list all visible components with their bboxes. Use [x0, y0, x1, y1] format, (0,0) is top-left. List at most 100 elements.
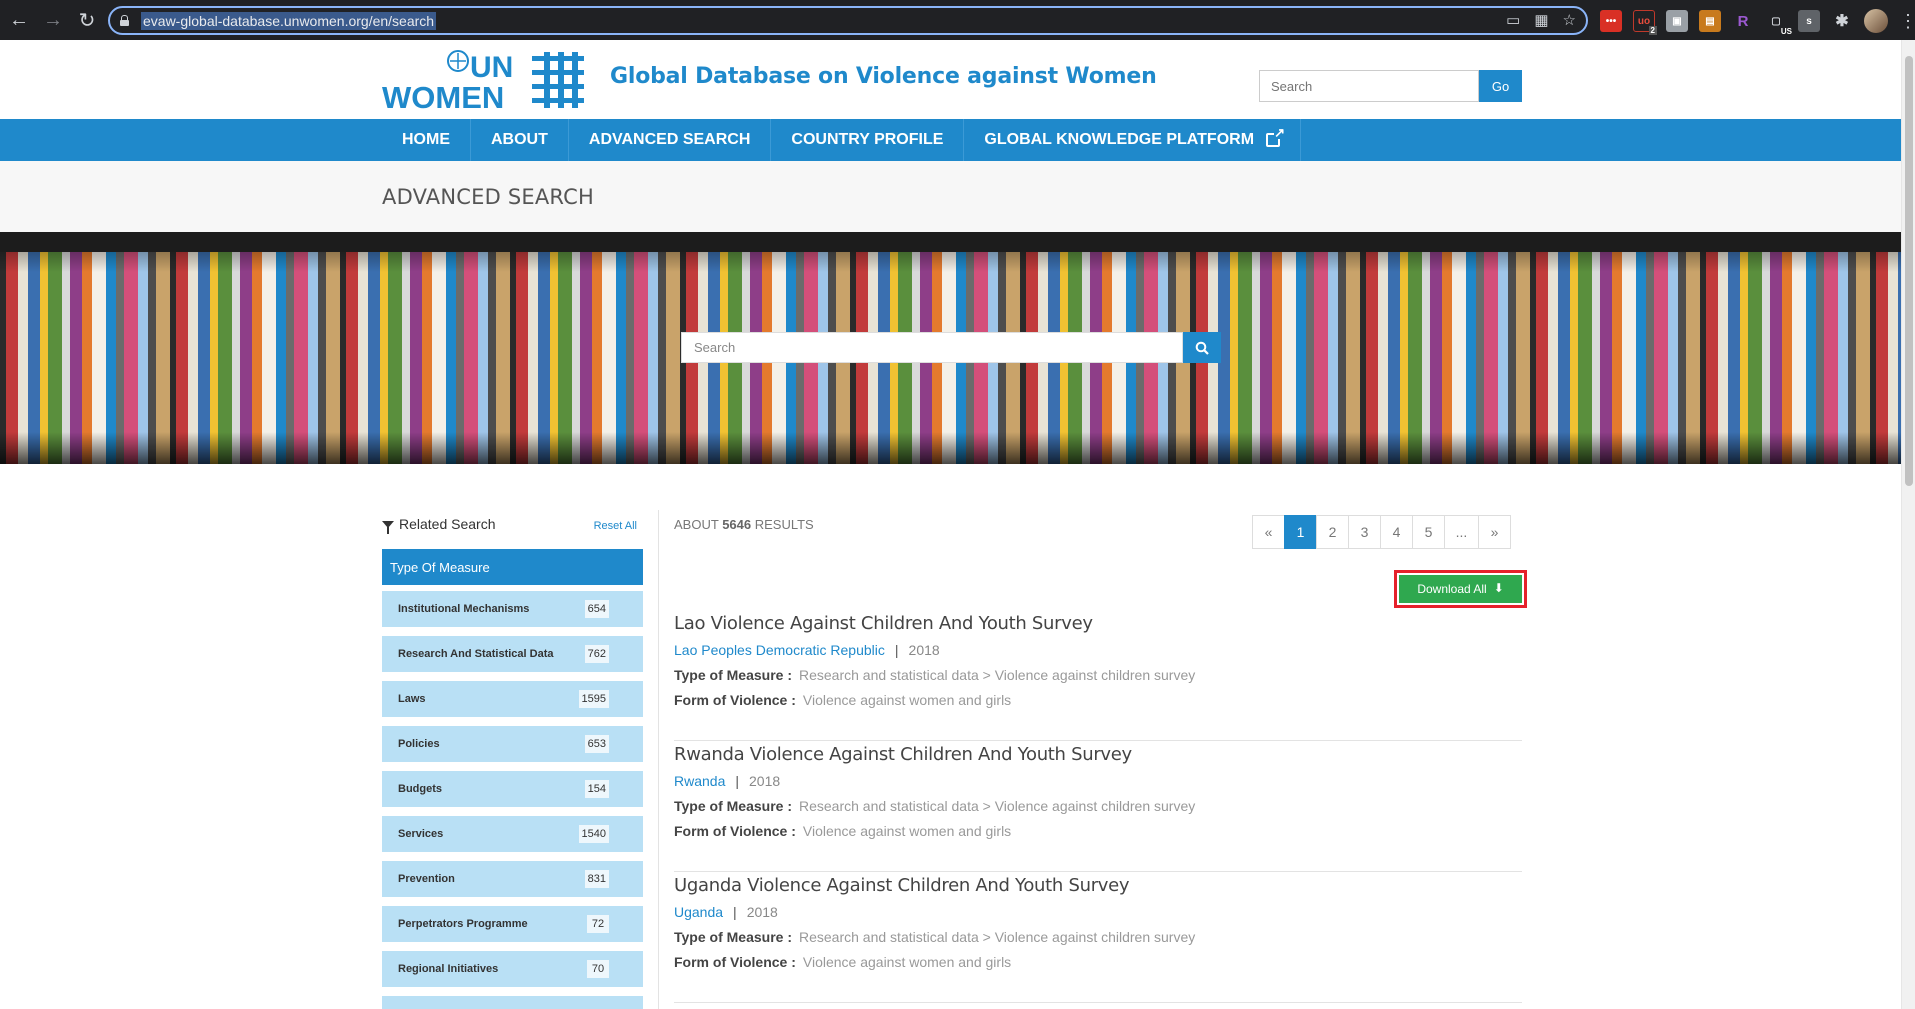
- bookmark-star-icon[interactable]: ☆: [1563, 11, 1576, 29]
- site-title[interactable]: Global Database on Violence against Wome…: [610, 64, 1157, 89]
- result-title[interactable]: Rwanda Violence Against Children And You…: [674, 744, 1132, 765]
- form-of-violence-value: Violence against women and girls: [802, 954, 1012, 970]
- facet-count: 72: [587, 915, 609, 933]
- facet-laws[interactable]: Laws 1595: [382, 681, 643, 717]
- facet-count: 653: [584, 735, 609, 753]
- result-form-row: Form of Violence : Violence against women…: [674, 692, 1011, 708]
- search-icon: [1195, 341, 1209, 355]
- page-next[interactable]: »: [1478, 515, 1511, 549]
- result-meta: Rwanda | 2018: [674, 773, 780, 789]
- profile-avatar[interactable]: [1864, 9, 1888, 33]
- extensions-area: ••• uo 2 ▣ ▤ R ▢ US s ✱ ⋮: [1600, 9, 1915, 36]
- nav-global-knowledge-platform[interactable]: GLOBAL KNOWLEDGE PLATFORM: [964, 119, 1302, 161]
- related-search-label: Related Search: [399, 516, 496, 532]
- meta-separator: |: [735, 773, 740, 789]
- facet-partial-next[interactable]: [382, 996, 643, 1009]
- meta-separator: |: [894, 642, 899, 658]
- facet-budgets[interactable]: Budgets 154: [382, 771, 643, 807]
- hero-search-placeholder: Search: [694, 340, 736, 355]
- related-search-heading: Related Search: [382, 516, 496, 534]
- hero-search-input[interactable]: Search: [681, 332, 1183, 363]
- reload-icon[interactable]: ↻: [72, 5, 102, 35]
- facet-prevention[interactable]: Prevention 831: [382, 861, 643, 897]
- result-item: Lao Violence Against Children And Youth …: [674, 610, 1522, 741]
- facet-label: Regional Initiatives: [398, 963, 499, 975]
- download-all-button[interactable]: Download All: [1399, 575, 1522, 603]
- extension-orange-icon[interactable]: ▤: [1699, 10, 1721, 32]
- facet-count: 654: [584, 600, 609, 618]
- results-prefix: ABOUT: [674, 517, 719, 532]
- reset-all-link[interactable]: Reset All: [594, 520, 637, 532]
- facet-label: Research And Statistical Data: [398, 648, 554, 660]
- column-divider: [658, 510, 659, 1009]
- extension-ublock-icon[interactable]: uo 2: [1633, 10, 1657, 35]
- facet-policies[interactable]: Policies 653: [382, 726, 643, 762]
- result-form-row: Form of Violence : Violence against women…: [674, 823, 1011, 839]
- result-type-row: Type of Measure : Research and statistica…: [674, 798, 1195, 814]
- facet-institutional-mechanisms[interactable]: Institutional Mechanisms 654: [382, 591, 643, 627]
- facet-label: Prevention: [398, 873, 455, 885]
- result-title[interactable]: Uganda Violence Against Children And You…: [674, 875, 1130, 896]
- page-prev[interactable]: «: [1252, 515, 1285, 549]
- nav-advanced-search[interactable]: ADVANCED SEARCH: [569, 119, 772, 161]
- page-2[interactable]: 2: [1316, 515, 1349, 549]
- facet-perpetrators-programme[interactable]: Perpetrators Programme 72: [382, 906, 643, 942]
- facet-services[interactable]: Services 1540: [382, 816, 643, 852]
- main-navigation: HOME ABOUT ADVANCED SEARCH COUNTRY PROFI…: [0, 119, 1901, 161]
- result-country[interactable]: Uganda: [674, 904, 723, 920]
- facet-regional-initiatives[interactable]: Regional Initiatives 70: [382, 951, 643, 987]
- address-bar[interactable]: evaw-global-database.unwomen.org/en/sear…: [108, 6, 1588, 35]
- page-scrollbar[interactable]: [1901, 40, 1915, 1009]
- results-count: ABOUT 5646 RESULTS: [674, 517, 814, 532]
- type-of-measure-header[interactable]: Type Of Measure: [382, 549, 643, 585]
- nav-home[interactable]: HOME: [382, 119, 471, 161]
- facet-count: 1595: [578, 690, 609, 708]
- type-of-measure-label: Type of Measure :: [674, 798, 792, 814]
- filter-icon: [382, 520, 394, 534]
- external-link-icon: [1266, 126, 1286, 147]
- facet-label: Perpetrators Programme: [398, 918, 528, 930]
- nav-country-profile[interactable]: COUNTRY PROFILE: [771, 119, 965, 161]
- extension-screen-icon[interactable]: ▢ US: [1765, 10, 1792, 36]
- result-country[interactable]: Lao Peoples Democratic Republic: [674, 642, 885, 658]
- scrollbar-thumb[interactable]: [1905, 56, 1913, 486]
- svg-text:WOMEN: WOMEN: [382, 80, 504, 110]
- facet-count: 831: [584, 870, 609, 888]
- header-go-button[interactable]: Go: [1479, 70, 1522, 102]
- type-of-measure-value: Research and statistical data > Violence…: [799, 798, 1196, 814]
- form-of-violence-label: Form of Violence :: [674, 823, 796, 839]
- page-3[interactable]: 3: [1348, 515, 1381, 549]
- banner-shelf-top: [0, 232, 1901, 252]
- facet-label: Policies: [398, 738, 440, 750]
- extension-gray-icon[interactable]: ▣: [1666, 10, 1688, 32]
- facet-label: Services: [398, 828, 444, 840]
- facet-research-and-statistical-data[interactable]: Research And Statistical Data 762: [382, 636, 643, 672]
- header-search-input[interactable]: [1259, 70, 1479, 102]
- result-type-row: Type of Measure : Research and statistica…: [674, 929, 1195, 945]
- meta-separator: |: [733, 904, 737, 920]
- page-5[interactable]: 5: [1412, 515, 1445, 549]
- pagination: « 1 2 3 4 5 ... »: [1252, 515, 1511, 549]
- extension-s-icon[interactable]: s: [1798, 10, 1820, 32]
- qr-code-icon[interactable]: ▦: [1534, 11, 1548, 29]
- hero-search-button[interactable]: [1183, 332, 1221, 363]
- cast-icon[interactable]: ▭: [1506, 11, 1520, 29]
- extension-red-icon[interactable]: •••: [1600, 10, 1622, 32]
- extension-r-icon[interactable]: R: [1732, 10, 1754, 32]
- url-text[interactable]: evaw-global-database.unwomen.org/en/sear…: [141, 11, 437, 30]
- result-country[interactable]: Rwanda: [674, 773, 725, 789]
- page-4[interactable]: 4: [1380, 515, 1413, 549]
- page-1[interactable]: 1: [1284, 515, 1317, 549]
- page-ellipsis[interactable]: ...: [1444, 515, 1479, 549]
- un-women-logo[interactable]: UN WOMEN: [382, 50, 584, 110]
- browser-menu-icon[interactable]: ⋮: [1899, 11, 1915, 32]
- facet-count: 762: [584, 645, 609, 663]
- forward-icon[interactable]: →: [38, 5, 68, 35]
- nav-about[interactable]: ABOUT: [471, 119, 569, 161]
- result-title[interactable]: Lao Violence Against Children And Youth …: [674, 613, 1093, 634]
- result-year: 2018: [746, 904, 778, 920]
- puzzle-icon[interactable]: ✱: [1831, 10, 1853, 32]
- page-heading-band: ADVANCED SEARCH: [0, 161, 1901, 232]
- facet-label: Laws: [398, 693, 426, 705]
- back-icon[interactable]: ←: [4, 5, 34, 35]
